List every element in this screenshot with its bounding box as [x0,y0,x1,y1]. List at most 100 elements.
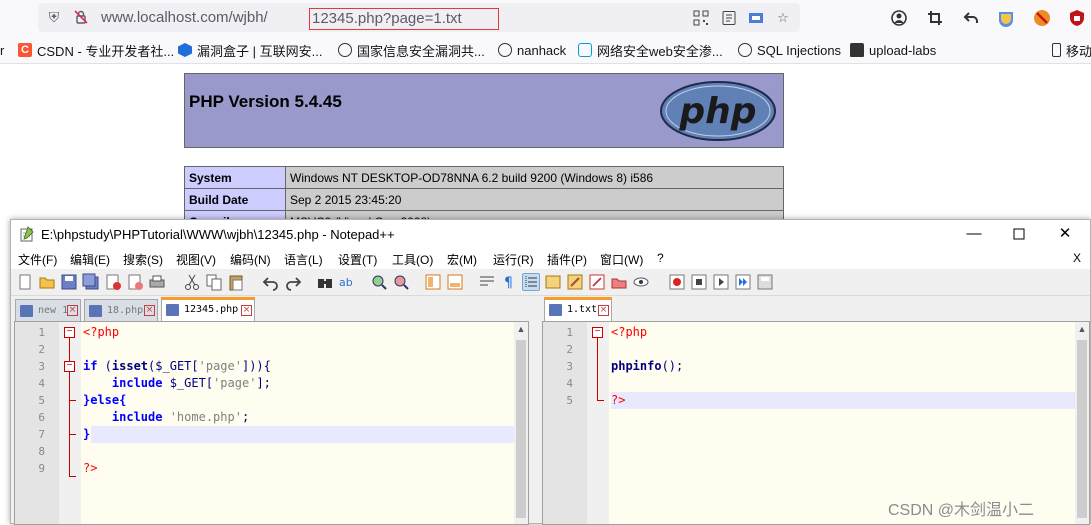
scroll-up-icon[interactable]: ▲ [1075,324,1089,338]
macro-save-icon[interactable] [756,273,774,291]
menu-search[interactable]: 搜索(S) [123,251,163,268]
menu-edit[interactable]: 编辑(E) [70,251,110,268]
bookmark-overflow[interactable]: r [0,41,4,59]
project-panel-icon[interactable] [610,273,628,291]
extension-badge-icon[interactable] [997,9,1015,27]
blocker-extension-icon[interactable] [1033,9,1051,27]
new-file-icon[interactable] [16,273,34,291]
menu-help[interactable]: ? [657,251,664,265]
fold-toggle-icon[interactable]: − [64,361,75,372]
menu-macro[interactable]: 宏(M) [447,251,477,268]
qr-code-icon[interactable] [693,10,709,26]
bookmark-websec[interactable]: 网络安全web安全渗... [578,41,723,59]
tab-18-php[interactable]: 18.php × [84,299,158,321]
account-icon[interactable] [890,9,908,27]
minimize-button[interactable]: — [951,223,997,245]
zoom-out-icon[interactable] [392,273,410,291]
sync-horizontal-icon[interactable] [446,273,464,291]
folder-as-workspace-icon[interactable] [588,273,606,291]
bookmark-csdn[interactable]: C CSDN - 专业开发者社... [18,41,174,59]
menu-run[interactable]: 运行(R) [493,251,534,268]
macro-play-icon[interactable] [712,273,730,291]
sync-vertical-icon[interactable] [424,273,442,291]
show-all-chars-icon[interactable]: ¶ [500,273,518,291]
monitoring-eye-icon[interactable] [632,273,650,291]
menu-encoding[interactable]: 编码(N) [230,251,271,268]
tab-close-icon[interactable]: × [144,305,155,316]
tab-close-icon[interactable]: × [241,305,252,316]
bookmark-star-icon[interactable]: ☆ [775,10,791,26]
bookmark-mobile[interactable]: 移动 [1052,41,1091,59]
save-icon[interactable] [60,273,78,291]
bookmark-nanhack[interactable]: nanhack [498,41,566,59]
menu-file[interactable]: 文件(F) [18,251,57,268]
scroll-thumb[interactable] [1077,340,1087,518]
macro-stop-icon[interactable] [690,273,708,291]
menu-view[interactable]: 视图(V) [176,251,216,268]
fold-toggle-icon[interactable]: − [592,327,603,338]
close-file-icon[interactable] [104,273,122,291]
menu-language[interactable]: 语言(L) [284,251,323,268]
left-editor-pane[interactable]: 1 2 3 4 5 6 7 8 9 − − <?php if (isset($_… [14,321,529,525]
undo-icon[interactable] [262,273,280,291]
open-file-icon[interactable] [38,273,56,291]
screenshot-icon[interactable] [748,10,764,26]
right-editor-pane[interactable]: 1 2 3 4 5 − <?php phpinfo(); ?> ▲ [542,321,1090,525]
shield-icon[interactable]: ⛨ [46,9,62,25]
word-wrap-icon[interactable] [478,273,496,291]
mobile-icon [1052,43,1061,57]
print-icon[interactable] [148,273,166,291]
bookmark-cnnvd[interactable]: 国家信息安全漏洞共... [338,41,485,59]
tab-new-1[interactable]: new 1 × [15,299,81,321]
code-line: <?php [83,325,120,339]
insecure-lock-icon[interactable] [73,9,89,25]
maximize-button[interactable] [996,223,1042,245]
scroll-up-icon[interactable]: ▲ [514,324,528,338]
bookmark-loudonghezi[interactable]: 漏洞盒子 | 互联网安... [178,41,322,59]
address-bar[interactable]: ⛨ www.localhost.com/wjbh/ 12345.php?page… [38,3,800,32]
close-window-button[interactable]: ✕ [1042,223,1088,245]
menu-plugins[interactable]: 插件(P) [547,251,587,268]
tab-12345-php[interactable]: 12345.php × [161,297,255,321]
vertical-scrollbar[interactable]: ▲ [514,322,528,524]
menu-tools[interactable]: 工具(O) [392,251,433,268]
crop-icon[interactable] [926,9,944,27]
tab-1-txt[interactable]: 1.txt × [544,297,612,321]
close-all-icon[interactable] [126,273,144,291]
tab-close-icon[interactable]: × [598,305,609,316]
macro-record-icon[interactable] [668,273,686,291]
bookmark-upload-labs[interactable]: upload-labs [850,41,936,59]
zoom-in-icon[interactable] [370,273,388,291]
doc-map-icon[interactable] [544,273,562,291]
url-path-text[interactable]: 12345.php?page=1.txt [312,10,462,27]
tab-close-icon[interactable]: × [67,305,78,316]
code-area[interactable]: <?php if (isset($_GET['page'])){ include… [81,322,514,524]
find-icon[interactable] [316,273,334,291]
url-host-text[interactable]: www.localhost.com/wjbh/ [101,9,268,26]
macro-run-multiple-icon[interactable] [734,273,752,291]
code-area[interactable]: <?php phpinfo(); ?> [609,322,1075,524]
copy-icon[interactable] [205,273,223,291]
bookmark-sql-injections[interactable]: SQL Injections [738,41,841,59]
menu-window[interactable]: 窗口(W) [600,251,643,268]
window-titlebar[interactable]: E:\phpstudy\PHPTutorial\WWW\wjbh\12345.p… [11,220,1090,248]
function-list-icon[interactable] [566,273,584,291]
bookmark-label: 国家信息安全漏洞共... [357,43,485,59]
left-tab-bar: new 1 × 18.php × 12345.php × [11,297,534,321]
vertical-scrollbar[interactable]: ▲ [1075,322,1089,524]
code-line: <?php [611,325,648,339]
redo-icon[interactable] [284,273,302,291]
security-extension-icon[interactable] [1068,9,1086,27]
cut-icon[interactable] [183,273,201,291]
paste-icon[interactable] [227,273,245,291]
undo-arrow-icon[interactable] [962,9,980,27]
menu-settings[interactable]: 设置(T) [338,251,377,268]
close-document-button[interactable]: X [1073,251,1081,265]
save-all-icon[interactable] [82,273,100,291]
fold-toggle-icon[interactable]: − [64,327,75,338]
csdn-logo-icon: C [18,43,32,57]
reader-view-icon[interactable] [721,10,737,26]
scroll-thumb[interactable] [516,340,526,518]
indent-guide-icon[interactable] [522,273,540,291]
replace-icon[interactable]: ab [338,273,356,291]
